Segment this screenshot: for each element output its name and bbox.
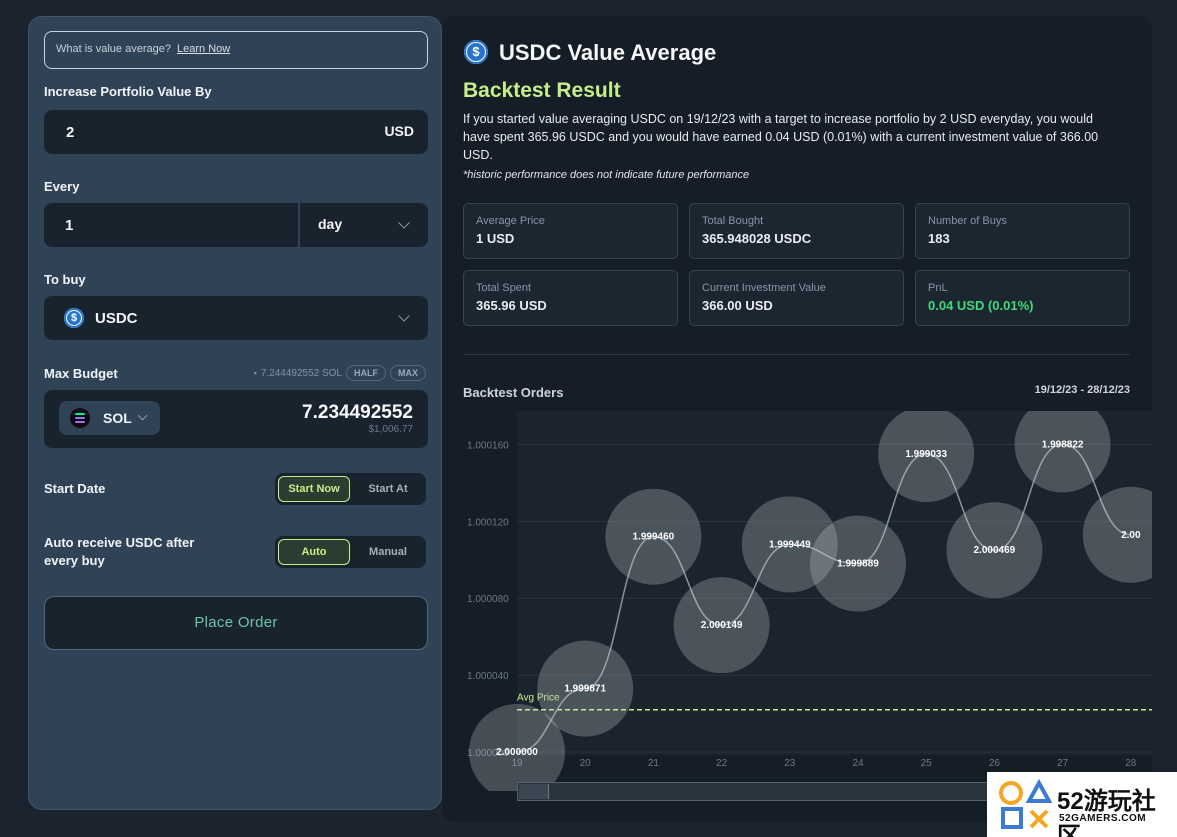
stat-label: PnL [928, 282, 948, 294]
stat-card-current-value: Current Investment Value 366.00 USD [689, 270, 904, 326]
x-tick-label: 21 [648, 758, 660, 769]
watermark-text: 52游玩社区 [1057, 788, 1156, 837]
interval-select[interactable]: day [318, 216, 342, 232]
date-range: 19/12/23 - 28/12/23 [1034, 384, 1130, 396]
y-tick-label: 1.000120 [467, 517, 509, 528]
wallet-icon: ▪ [253, 368, 257, 378]
point-label: 2.000469 [974, 545, 1016, 556]
start-at-option[interactable]: Start At [355, 476, 421, 502]
learn-now-link[interactable]: Learn Now [177, 43, 230, 55]
y-tick-label: 1.000080 [467, 594, 509, 605]
field-divider [298, 203, 300, 247]
x-tick-label: 25 [921, 758, 933, 769]
point-label: 1.999449 [769, 539, 811, 550]
increase-unit: USD [384, 123, 414, 139]
x-tick-label: 24 [852, 758, 864, 769]
stat-card-average-price: Average Price 1 USD [463, 203, 678, 259]
every-input[interactable]: 1 day [44, 203, 428, 247]
disclaimer: *historic performance does not indicate … [463, 169, 750, 181]
point-label: 1.999871 [564, 684, 606, 695]
point-label: 1.999033 [905, 449, 947, 460]
wallet-balance-row: ▪ 7.244492552 SOL HALF MAX [254, 365, 426, 381]
orders-title: Backtest Orders [463, 385, 564, 400]
max-button[interactable]: MAX [390, 365, 426, 381]
scrollbar-handle[interactable] [519, 784, 549, 799]
point-label: 1.998822 [1042, 439, 1084, 450]
stat-value: 365.96 USD [476, 298, 547, 313]
page-title: USDC Value Average [499, 40, 717, 65]
stat-value: 1 USD [476, 231, 515, 246]
solana-icon [70, 408, 90, 428]
budget-token-label: SOL [103, 410, 132, 426]
budget-token-select[interactable]: SOL [59, 401, 160, 435]
x-tick-label: 20 [580, 758, 592, 769]
order-form-panel: What is value average? Learn Now Increas… [28, 16, 442, 810]
point-label: 1.999889 [837, 559, 879, 570]
stat-label: Total Spent [476, 282, 532, 294]
max-budget-label: Max Budget [44, 366, 118, 381]
x-tick-label: 22 [716, 758, 728, 769]
watermark-icon [999, 778, 1053, 829]
watermark-url: 52GAMERS.COM [1059, 813, 1147, 824]
chevron-down-icon [398, 310, 410, 322]
usdc-icon: $ [64, 308, 84, 328]
x-tick-label: 28 [1125, 758, 1137, 769]
x-tick-label: 26 [989, 758, 1001, 769]
backtest-panel: $ USDC Value Average Backtest Result If … [442, 16, 1152, 822]
stat-value: 365.948028 USDC [702, 231, 812, 246]
budget-amount[interactable]: 7.234492552 [302, 402, 413, 424]
x-tick-label: 23 [784, 758, 796, 769]
divider [463, 354, 1130, 355]
start-date-toggle: Start Now Start At [275, 473, 426, 505]
budget-input[interactable]: SOL 7.234492552 $1,006.77 [44, 390, 428, 448]
token-select-value: USDC [95, 310, 138, 327]
chevron-down-icon [137, 410, 148, 421]
point-label: 2.000000 [496, 747, 538, 758]
stat-label: Current Investment Value [702, 282, 826, 294]
stat-value: 183 [928, 231, 950, 246]
backtest-heading: Backtest Result [463, 79, 621, 102]
stat-value: 366.00 USD [702, 298, 773, 313]
auto-option[interactable]: Auto [278, 539, 350, 565]
stat-label: Number of Buys [928, 215, 1007, 227]
manual-option[interactable]: Manual [355, 539, 421, 565]
stat-card-number-of-buys: Number of Buys 183 [915, 203, 1130, 259]
watermark-logo: 52游玩社区 52GAMERS.COM [987, 772, 1177, 837]
backtest-description: If you started value averaging USDC on 1… [463, 112, 1099, 162]
usdc-icon: $ [464, 40, 488, 64]
point-label: 2.00 [1121, 530, 1141, 541]
half-button[interactable]: HALF [346, 365, 386, 381]
stat-card-total-spent: Total Spent 365.96 USD [463, 270, 678, 326]
stat-card-total-bought: Total Bought 365.948028 USDC [689, 203, 904, 259]
stat-card-pnl: PnL 0.04 USD (0.01%) [915, 270, 1130, 326]
info-text: What is value average? [56, 43, 171, 55]
place-order-button[interactable]: Place Order [44, 596, 428, 650]
stat-value: 0.04 USD (0.01%) [928, 298, 1034, 313]
to-buy-label: To buy [44, 272, 86, 287]
stat-label: Total Bought [702, 215, 764, 227]
token-select[interactable]: $ USDC [44, 296, 428, 340]
x-tick-label: 27 [1057, 758, 1069, 769]
start-date-label: Start Date [44, 481, 106, 496]
y-tick-label: 1.000160 [467, 440, 509, 451]
backtest-orders-chart: 1.0001601.0001201.0000801.0000401.000000… [467, 411, 1152, 791]
y-tick-label: 1.000040 [467, 671, 509, 682]
chevron-down-icon[interactable] [398, 217, 410, 229]
point-label: 2.000149 [701, 620, 743, 631]
start-now-option[interactable]: Start Now [278, 476, 350, 502]
stat-label: Average Price [476, 215, 545, 227]
auto-receive-label: Auto receive USDC after every buy [44, 535, 195, 568]
point-label: 1.999460 [633, 532, 675, 543]
receive-mode-toggle: Auto Manual [275, 536, 426, 568]
every-label: Every [44, 179, 80, 194]
increase-label: Increase Portfolio Value By [44, 84, 212, 99]
wallet-balance: 7.244492552 SOL [260, 367, 342, 379]
info-banner: What is value average? Learn Now [44, 31, 428, 69]
increase-value[interactable]: 2 [66, 124, 74, 141]
increase-input[interactable]: 2 USD [44, 110, 428, 154]
budget-usd-value: $1,006.77 [368, 424, 414, 435]
every-value[interactable]: 1 [65, 217, 73, 234]
